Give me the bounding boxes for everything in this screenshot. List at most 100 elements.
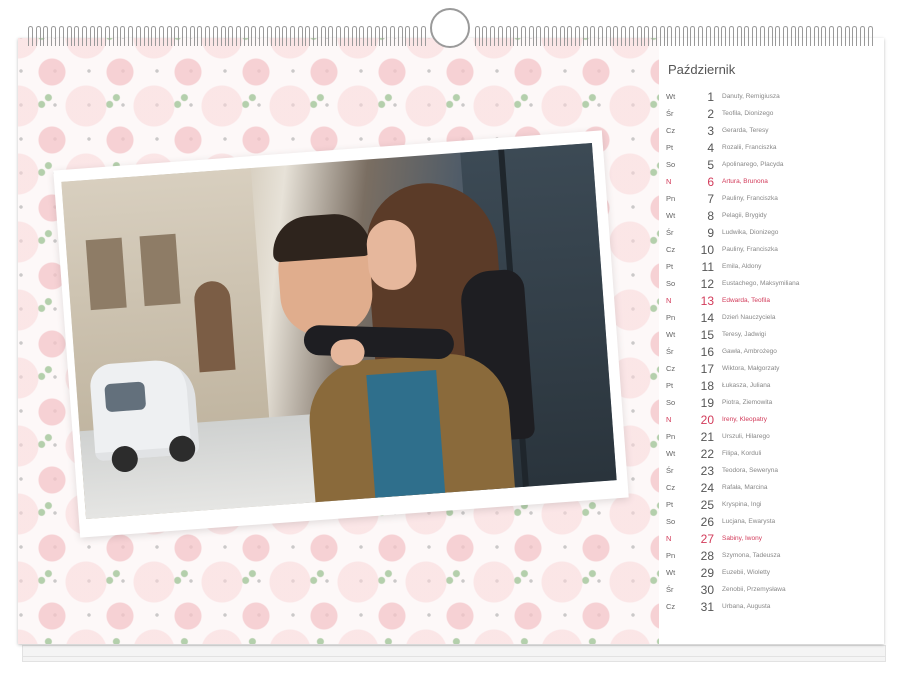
couple-photo — [61, 142, 617, 520]
name-day-label: Lucjana, Ewarysta — [722, 518, 776, 525]
day-row: Pt 25 Kryspina, Ingi — [666, 496, 872, 513]
day-row: So 26 Lucjana, Ewarysta — [666, 513, 872, 530]
weekday-label: Pn — [666, 194, 676, 203]
binding-loop — [382, 26, 388, 46]
binding-loop — [528, 26, 534, 46]
binding-loop — [305, 26, 311, 46]
day-number: 12 — [700, 276, 714, 291]
day-row: Śr 2 Teofila, Dionizego — [666, 105, 872, 122]
day-row: So 19 Piotra, Ziemowita — [666, 394, 872, 411]
binding-loop — [374, 26, 380, 46]
weekday-label: Cz — [666, 245, 676, 254]
day-number: 3 — [707, 123, 714, 138]
day-row: N 6 Artura, Brunona — [666, 173, 872, 190]
binding-loop — [189, 26, 195, 46]
day-row: Cz 17 Wiktora, Małgorzaty — [666, 360, 872, 377]
day-number: 22 — [700, 446, 714, 461]
day-row: Śr 9 Ludwika, Dionizego — [666, 224, 872, 241]
binding-loop — [798, 26, 804, 46]
day-row: N 20 Ireny, Kleopatry — [666, 411, 872, 428]
name-day-label: Szymona, Tadeusza — [722, 552, 781, 559]
binding-loop — [821, 26, 827, 46]
photo-window — [139, 233, 181, 307]
binding-loop — [521, 26, 526, 46]
name-day-label: Sabiny, Iwony — [722, 535, 762, 542]
binding-loop — [497, 26, 503, 46]
binding-loop — [813, 26, 819, 46]
name-day-label: Urszuli, Hilarego — [722, 433, 770, 440]
day-number: 25 — [700, 497, 714, 512]
back-page-1 — [22, 645, 886, 657]
binding-loop — [829, 26, 835, 46]
binding-loop — [559, 26, 565, 46]
binding-loop — [667, 26, 673, 46]
name-day-label: Teodora, Seweryna — [722, 467, 779, 474]
binding-loop — [343, 26, 349, 46]
binding-loop — [782, 26, 788, 46]
name-day-label: Eustachego, Maksymiliana — [722, 280, 800, 287]
binding-loop — [66, 26, 72, 46]
weekday-label: Pt — [666, 381, 674, 390]
photo-woman-face — [365, 218, 419, 292]
day-row: Śr 30 Zenobii, Przemysława — [666, 581, 872, 598]
day-number: 21 — [700, 429, 714, 444]
binding-loop — [89, 26, 95, 46]
weekday-label: Pn — [666, 551, 676, 560]
binding-loop — [282, 26, 288, 46]
day-number: 15 — [700, 327, 714, 342]
binding-loop — [128, 26, 134, 46]
binding-loop — [366, 26, 372, 46]
weekday-label: Śr — [666, 466, 674, 475]
binding-loop — [505, 26, 511, 46]
binding-loop — [659, 26, 665, 46]
day-row: Pn 14 Dzień Nauczyciela — [666, 309, 872, 326]
binding-loop — [112, 26, 118, 46]
day-number: 14 — [700, 310, 714, 325]
day-row: Śr 23 Teodora, Seweryna — [666, 462, 872, 479]
name-day-label: Teofila, Dionizego — [722, 110, 774, 117]
binding-loop — [859, 26, 865, 46]
name-day-label: Rozalii, Franciszka — [722, 144, 777, 151]
binding-loop — [690, 26, 696, 46]
binding-loop — [158, 26, 164, 46]
binding-loop — [405, 26, 411, 46]
binding-loop — [97, 26, 103, 46]
day-row: N 27 Sabiny, Iwony — [666, 530, 872, 547]
name-day-label: Kryspina, Ingi — [722, 501, 762, 508]
binding-loop — [536, 26, 542, 46]
binding-loop — [212, 26, 218, 46]
weekday-label: Pt — [666, 500, 674, 509]
day-number: 19 — [700, 395, 714, 410]
binding-loop — [43, 26, 49, 46]
name-day-label: Pauliny, Franciszka — [722, 246, 778, 253]
binding-loop — [336, 26, 342, 46]
binding-loop — [174, 26, 180, 46]
binding-loop — [313, 26, 319, 46]
binding-loop — [251, 26, 257, 46]
day-row: Cz 10 Pauliny, Franciszka — [666, 241, 872, 258]
weekday-label: Wt — [666, 330, 676, 339]
photo-man-hair — [270, 211, 372, 263]
day-row: Pn 21 Urszuli, Hilarego — [666, 428, 872, 445]
binding-loop — [235, 26, 241, 46]
binding-loop — [728, 26, 734, 46]
weekday-label: So — [666, 398, 676, 407]
binding-loop — [490, 26, 496, 46]
binding-loop — [105, 26, 111, 46]
photo-window — [85, 237, 127, 311]
binding-loop — [228, 26, 234, 46]
binding-loop — [243, 26, 249, 46]
name-day-label: Edwarda, Teofila — [722, 297, 770, 304]
day-number: 24 — [700, 480, 714, 495]
day-number: 2 — [707, 106, 714, 121]
photo-door — [193, 279, 236, 373]
binding-loop — [636, 26, 642, 46]
binding-loop — [320, 26, 326, 46]
day-row: Wt 8 Pelagii, Brygidy — [666, 207, 872, 224]
binding-loop — [328, 26, 334, 46]
name-day-label: Dzień Nauczyciela — [722, 314, 776, 321]
binding-loop — [574, 26, 580, 46]
binding-loop — [151, 26, 157, 46]
weekday-label: Wt — [666, 449, 676, 458]
binding-loop — [628, 26, 634, 46]
